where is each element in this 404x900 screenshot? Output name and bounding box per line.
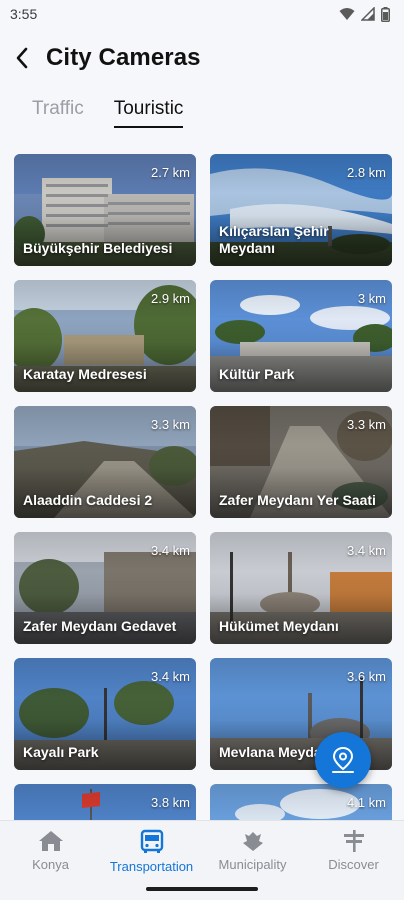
distance-label: 3.4 km — [150, 543, 190, 558]
signal-icon — [361, 7, 375, 21]
camera-card[interactable]: 3.3 km Alaaddin Caddesi 2 — [14, 406, 196, 518]
page-title: City Cameras — [46, 44, 201, 71]
municipality-icon — [242, 832, 263, 851]
camera-card[interactable]: 2.7 km Büyükşehir Belediyesi — [14, 154, 196, 266]
nav-label: Discover — [328, 857, 379, 872]
nav-label: Municipality — [218, 857, 287, 872]
camera-name: Büyükşehir Belediyesi — [23, 240, 173, 256]
camera-name: Kayalı Park — [23, 744, 99, 760]
camera-card[interactable]: 3.3 km Zafer Meydanı Yer Saati — [210, 406, 392, 518]
distance-label: 2.9 km — [150, 291, 190, 306]
camera-card[interactable]: 2.9 km Karatay Medresesi — [14, 280, 196, 392]
map-fab-button[interactable] — [315, 732, 371, 788]
screen: 3:55 City Cameras Traffic Touristic 2.7 … — [0, 0, 404, 900]
camera-card[interactable]: 2.8 km Kılıçarslan Şehir Meydanı — [210, 154, 392, 266]
nav-item-municipality[interactable]: Municipality — [202, 821, 303, 882]
map-pin-icon — [332, 746, 354, 773]
distance-label: 3 km — [357, 291, 386, 306]
signpost-icon — [343, 830, 364, 852]
nav-label: Transportation — [109, 859, 194, 874]
back-button[interactable] — [10, 43, 34, 73]
camera-name: Kültür Park — [219, 366, 295, 382]
nav-item-transportation[interactable]: Transportation — [101, 821, 202, 882]
nav-label: Konya — [32, 857, 69, 872]
home-icon — [38, 831, 63, 851]
app-bar: City Cameras — [0, 28, 404, 88]
bus-icon — [140, 829, 163, 853]
nav-item-konya[interactable]: Konya — [0, 821, 101, 882]
wifi-icon — [339, 8, 355, 20]
camera-card[interactable]: 3 km Kültür Park — [210, 280, 392, 392]
status-bar: 3:55 — [0, 0, 404, 28]
distance-label: 3.4 km — [150, 669, 190, 684]
distance-label: 3.3 km — [346, 417, 386, 432]
tab-bar: Traffic Touristic — [0, 90, 404, 130]
gesture-bar — [0, 882, 404, 900]
back-arrow-icon — [16, 47, 28, 69]
distance-label: 3.4 km — [346, 543, 386, 558]
nav-item-discover[interactable]: Discover — [303, 821, 404, 882]
tab-touristic[interactable]: Touristic — [113, 90, 184, 128]
camera-card[interactable]: 3.4 km Kayalı Park — [14, 658, 196, 770]
tab-traffic[interactable]: Traffic — [32, 90, 84, 128]
camera-name: Hükümet Meydanı — [219, 618, 339, 634]
camera-card[interactable]: 3.4 km Zafer Meydanı Gedavet — [14, 532, 196, 644]
distance-label: 3.3 km — [150, 417, 190, 432]
camera-name: Zafer Meydanı Yer Saati — [219, 492, 376, 508]
distance-label: 3.6 km — [346, 669, 386, 684]
distance-label: 2.8 km — [346, 165, 386, 180]
status-icons — [339, 6, 390, 22]
camera-name: Karatay Medresesi — [23, 366, 147, 382]
camera-name: Alaaddin Caddesi 2 — [23, 492, 153, 508]
distance-label: 4.1 km — [346, 795, 386, 810]
camera-card[interactable]: 3.4 km Hükümet Meydanı — [210, 532, 392, 644]
bottom-navigation: Konya Transportation Municipality Discov… — [0, 820, 404, 882]
battery-icon — [381, 6, 390, 22]
distance-label: 3.8 km — [150, 795, 190, 810]
gesture-handle[interactable] — [146, 887, 258, 891]
camera-name: Kılıçarslan Şehir Meydanı — [219, 223, 329, 256]
camera-name: Zafer Meydanı Gedavet — [23, 618, 177, 634]
status-time: 3:55 — [10, 6, 38, 22]
distance-label: 2.7 km — [150, 165, 190, 180]
